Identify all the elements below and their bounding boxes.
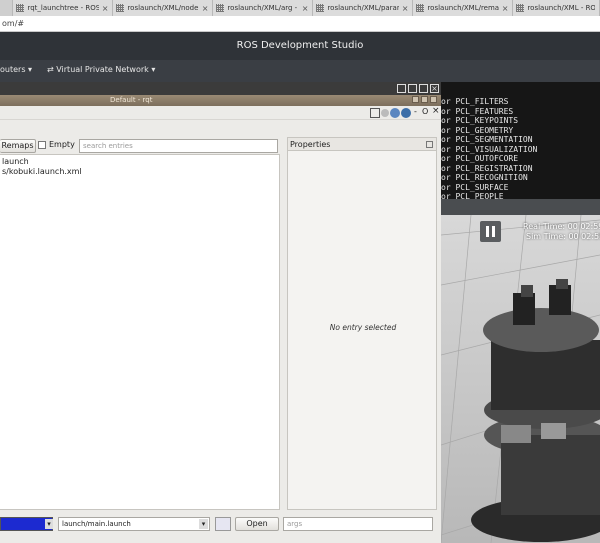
terminal-line: or PCL_RECOGNITION [441,173,528,182]
properties-label: Properties [290,140,331,149]
tab-label: rqt_launchtree - ROS W [27,4,99,12]
turtlebot-robot [471,279,600,542]
minimize-icon[interactable] [412,96,419,103]
vpn-menu[interactable]: ⇄ Virtual Private Network ▾ [47,65,155,74]
empty-checkbox[interactable] [38,141,46,149]
close-icon[interactable]: × [432,106,440,116]
tab-label: roslaunch/XML/arg - R [227,4,299,12]
browser-tab-strip: rqt_launchtree - ROS W× roslaunch/XML/no… [0,0,600,16]
options-icon[interactable]: O [422,107,428,116]
terminal-line: or PCL_PEOPLE [441,192,504,199]
tab-label: roslaunch/XML - ROS W [527,4,595,12]
rqt-title-bar: Default - rqt [0,95,441,106]
browser-tab[interactable]: roslaunch/XML/arg - R × [213,0,314,16]
browser-tab-partial[interactable] [0,0,14,16]
plugin-bar: - O × [0,106,441,120]
restore-icon[interactable] [397,84,406,93]
url-text: om/# [2,19,25,28]
routers-label: outers [0,65,26,74]
dock-icon[interactable] [370,108,380,118]
terminal-line: or PCL_FEATURES [441,106,514,116]
close-icon[interactable]: × [402,4,409,13]
properties-header: Properties [287,137,437,151]
info-icon[interactable] [401,108,411,118]
caret-down-icon: ▾ [28,65,33,74]
rqt-window-title: Default - rqt [110,96,153,104]
remaps-button[interactable]: Remaps [0,139,36,153]
maximize-icon[interactable] [419,84,428,93]
real-time-readout: Real Time: 00 02:59: [523,222,600,231]
simulation-scene [441,215,600,543]
tree-item[interactable]: s/kobuki.launch.xml [2,167,82,176]
terminal-line: or PCL_FILTERS [441,97,509,106]
pause-icon [486,226,489,237]
tab-label: roslaunch/XML/node - I [127,4,199,12]
browser-tab[interactable]: rqt_launchtree - ROS W× [13,0,114,16]
browser-tab[interactable]: roslaunch/XML - ROS W [513,0,600,16]
args-input[interactable]: args [283,517,433,531]
properties-panel: No entry selected [287,151,437,510]
browser-tab[interactable]: roslaunch/XML/param × [313,0,414,16]
pause-button[interactable] [480,221,501,242]
sim-time-readout: Sim Time: 00 02:55: [526,232,600,241]
close-icon[interactable] [430,96,437,103]
chevron-down-icon: ▾ [45,519,53,529]
launch-bottom-bar: ▾ launch/main.launch ▾ Open args [0,514,441,536]
search-entries-input[interactable]: search entries [79,139,278,153]
page-icon [16,4,25,12]
close-icon[interactable]: × [202,4,209,13]
launch-toolbar: Remaps Empty search entries [0,137,280,155]
no-entry-message: No entry selected [329,323,397,332]
vpn-label: ⇄ Virtual Private Network [47,65,149,74]
page-icon [216,4,225,12]
launch-file-select[interactable]: launch/main.launch ▾ [58,517,210,531]
refresh-icon[interactable] [215,517,231,531]
gazebo-toolbar [441,199,600,215]
terminal-line: or PCL_GEOMETRY [441,125,514,135]
minimize-icon[interactable] [408,84,417,93]
close-icon[interactable]: × [102,4,109,13]
minus-icon[interactable]: - [414,107,417,116]
maximize-icon[interactable] [421,96,428,103]
app-nav: outers ▾ ⇄ Virtual Private Network ▾ [0,60,600,82]
gazebo-viewport[interactable] [441,215,600,543]
package-select[interactable]: ▾ [0,517,53,531]
terminal-line: or PCL_KEYPOINTS [441,116,519,125]
empty-label: Empty [49,140,75,149]
page-icon [516,4,525,12]
tree-item[interactable]: launch [2,157,29,166]
page-icon [316,4,325,12]
browser-tab[interactable]: roslaunch/XML/node - I× [113,0,214,16]
terminal: or PCL_FILTERS or PCL_FEATURES or PCL_KE… [441,82,600,199]
routers-menu[interactable]: outers ▾ [0,65,32,74]
page-icon [416,4,425,12]
tab-label: roslaunch/XML/remap [427,4,499,12]
terminal-line: or PCL_REGISTRATION [441,163,533,173]
terminal-line: or PCL_VISUALIZATION [441,144,538,154]
open-button[interactable]: Open [235,517,279,531]
terminal-line: or PCL_SURFACE [441,182,509,192]
pause-icon [492,226,495,237]
close-icon[interactable]: × [430,84,439,93]
close-icon[interactable]: × [302,4,309,13]
page-icon [116,4,125,12]
rqt-window: × Default - rqt - O × Remaps Empty searc… [0,82,441,543]
app-header: ROS Development Studio [0,32,600,60]
window-title-bar: × [0,82,441,95]
tab-label: roslaunch/XML/param [327,4,399,12]
terminal-line: or PCL_SEGMENTATION [441,135,533,144]
launch-tree: launch s/kobuki.launch.xml [0,154,280,510]
caret-down-icon: ▾ [151,65,156,74]
dock-icon[interactable] [426,141,433,148]
terminal-line: or PCL_OUTOFCORE [441,154,519,163]
chevron-down-icon: ▾ [199,519,208,529]
help-icon[interactable] [390,108,400,118]
close-icon[interactable]: × [502,4,509,13]
browser-tab[interactable]: roslaunch/XML/remap × [413,0,514,16]
app-title: ROS Development Studio [236,40,364,51]
launch-file-value: launch/main.launch [62,520,131,528]
reload-icon[interactable] [381,109,389,117]
address-bar[interactable]: om/# [0,16,600,32]
